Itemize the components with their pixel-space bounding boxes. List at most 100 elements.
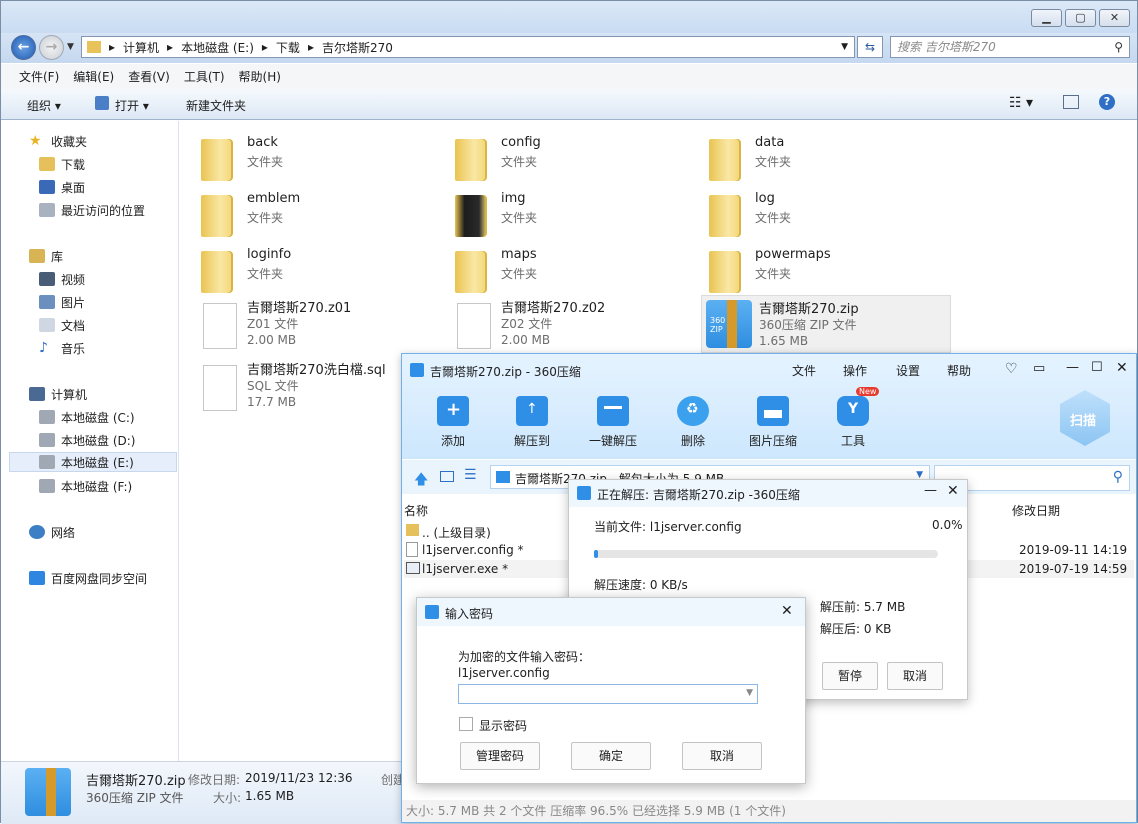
- thumbnail-view-icon[interactable]: [440, 471, 454, 482]
- archive-menu-action[interactable]: 操作: [843, 362, 867, 379]
- nav-music[interactable]: ♪ 音乐: [39, 338, 85, 358]
- pause-button[interactable]: 暂停: [822, 662, 878, 690]
- address-bar[interactable]: ▸ 计算机 ▸ 本地磁盘 (E:) ▸ 下载 ▸ 吉尔塔斯270 ▼: [81, 36, 855, 58]
- feedback-icon[interactable]: ▭: [1033, 361, 1045, 376]
- close-icon[interactable]: ✕: [781, 603, 793, 619]
- maximize-button[interactable]: ▢: [1065, 9, 1096, 27]
- col-name[interactable]: 名称: [404, 502, 428, 519]
- close-icon[interactable]: ✕: [947, 483, 959, 499]
- file-item[interactable]: 吉爾塔斯270.z02 Z02 文件 2.00 MB: [451, 297, 681, 353]
- folder-item[interactable]: img 文件夹: [451, 191, 681, 241]
- archive-menu-help[interactable]: 帮助: [947, 362, 971, 379]
- breadcrumb-item[interactable]: 吉尔塔斯270: [322, 39, 393, 56]
- nav-baidu[interactable]: 百度网盘同步空间: [29, 568, 147, 588]
- list-view-icon[interactable]: ☰: [464, 467, 477, 483]
- documents-icon: [39, 318, 55, 332]
- file-icon: [406, 542, 418, 557]
- ok-button[interactable]: 确定: [571, 742, 651, 770]
- help-icon[interactable]: ?: [1099, 94, 1115, 110]
- size-after: 解压后: 0 KB: [820, 622, 892, 636]
- delete-button[interactable]: ♻ 删除: [663, 396, 723, 449]
- history-dropdown-icon[interactable]: ▼: [67, 42, 74, 52]
- chevron-down-icon[interactable]: ▼: [746, 688, 753, 698]
- image-compress-button[interactable]: 图片压缩: [743, 396, 803, 449]
- search-input[interactable]: 搜索 吉尔塔斯270 ⚲: [890, 36, 1130, 58]
- nav-videos[interactable]: 视频: [39, 269, 85, 289]
- menu-tools[interactable]: 工具(T): [184, 68, 225, 85]
- back-icon[interactable]: ←: [11, 35, 36, 60]
- close-button[interactable]: ✕: [1099, 9, 1130, 27]
- folder-item[interactable]: maps 文件夹: [451, 247, 681, 297]
- file-item-selected[interactable]: 360 ZIP 吉爾塔斯270.zip 360压缩 ZIP 文件 1.65 MB: [701, 295, 951, 353]
- nav-desktop[interactable]: 桌面: [39, 177, 85, 197]
- extract-to-button[interactable]: ↑ 解压到: [502, 396, 562, 449]
- nav-network[interactable]: 网络: [29, 522, 75, 542]
- nav-libraries[interactable]: 库: [29, 246, 63, 266]
- forward-icon[interactable]: →: [39, 35, 64, 60]
- password-input[interactable]: ▼: [458, 684, 758, 704]
- breadcrumb-item[interactable]: 计算机: [123, 39, 159, 56]
- nav-drive-d[interactable]: 本地磁盘 (D:): [39, 430, 135, 450]
- folder-item[interactable]: emblem 文件夹: [197, 191, 427, 241]
- cancel-button[interactable]: 取消: [887, 662, 943, 690]
- organize-button[interactable]: 组织 ▾: [27, 97, 61, 114]
- details-type: 360压缩 ZIP 文件: [86, 791, 184, 805]
- minimize-icon[interactable]: —: [924, 483, 937, 498]
- nav-documents[interactable]: 文档: [39, 315, 85, 335]
- breadcrumb-item[interactable]: 本地磁盘 (E:): [181, 39, 254, 56]
- view-options-icon[interactable]: ☷ ▾: [1009, 95, 1033, 111]
- open-button[interactable]: 打开 ▾: [115, 97, 149, 114]
- nav-pictures[interactable]: 图片: [39, 292, 85, 312]
- nav-downloads[interactable]: 下载: [39, 154, 85, 174]
- folder-item[interactable]: back 文件夹: [197, 135, 427, 185]
- address-dropdown-icon[interactable]: ▼: [841, 42, 848, 52]
- nav-computer[interactable]: 计算机: [29, 384, 87, 404]
- maximize-icon[interactable]: ☐: [1091, 360, 1103, 375]
- search-icon[interactable]: ⚲: [1114, 37, 1123, 57]
- music-icon: ♪: [39, 340, 48, 356]
- breadcrumb-item[interactable]: 下载: [276, 39, 300, 56]
- minimize-button[interactable]: ▁: [1031, 9, 1062, 27]
- add-button[interactable]: + 添加: [423, 396, 483, 449]
- folder-item[interactable]: config 文件夹: [451, 135, 681, 185]
- folder-icon: [709, 251, 741, 293]
- menu-view[interactable]: 查看(V): [128, 68, 170, 85]
- folder-item[interactable]: powermaps 文件夹: [705, 247, 935, 297]
- nav-favorites[interactable]: ★ 收藏夹: [29, 131, 87, 151]
- tools-button[interactable]: Y 工具: [823, 396, 883, 449]
- minimize-icon[interactable]: —: [1066, 360, 1079, 375]
- nav-drive-c[interactable]: 本地磁盘 (C:): [39, 407, 135, 427]
- video-icon: [39, 272, 55, 286]
- manage-password-button[interactable]: 管理密码: [460, 742, 540, 770]
- col-date[interactable]: 修改日期: [1012, 502, 1060, 519]
- star-icon: ★: [29, 133, 42, 149]
- preview-pane-icon[interactable]: [1063, 95, 1079, 109]
- folder-item[interactable]: data 文件夹: [705, 135, 935, 185]
- recent-places-icon: [39, 203, 55, 217]
- folder-item[interactable]: loginfo 文件夹: [197, 247, 427, 297]
- refresh-button[interactable]: ⇆: [857, 36, 883, 58]
- menu-edit[interactable]: 编辑(E): [73, 68, 114, 85]
- new-folder-button[interactable]: 新建文件夹: [186, 97, 246, 114]
- one-click-extract-button[interactable]: 一键解压: [583, 396, 643, 449]
- show-password-checkbox[interactable]: [459, 717, 473, 731]
- up-icon[interactable]: 🡅: [414, 469, 428, 493]
- close-icon[interactable]: ✕: [1116, 360, 1128, 376]
- folder-item[interactable]: log 文件夹: [705, 191, 935, 241]
- archive-menu-file[interactable]: 文件: [792, 362, 816, 379]
- nav-recent[interactable]: 最近访问的位置: [39, 200, 145, 220]
- menu-file[interactable]: 文件(F): [19, 68, 59, 85]
- cancel-button[interactable]: 取消: [682, 742, 762, 770]
- breadcrumb-sep-icon: ▸: [109, 40, 116, 54]
- scan-shield[interactable]: 扫描: [1060, 390, 1110, 446]
- menu-help[interactable]: 帮助(H): [239, 68, 281, 85]
- skin-icon[interactable]: ♡: [1005, 361, 1018, 377]
- file-item[interactable]: 吉爾塔斯270.z01 Z01 文件 2.00 MB: [197, 297, 427, 353]
- nav-drive-e[interactable]: 本地磁盘 (E:): [9, 452, 177, 472]
- menu-bar: 文件(F) 编辑(E) 查看(V) 工具(T) 帮助(H): [1, 64, 1137, 89]
- search-icon[interactable]: ⚲: [1113, 469, 1123, 485]
- file-item[interactable]: 吉爾塔斯270洗白檔.sql SQL 文件 17.7 MB: [197, 359, 427, 415]
- nav-drive-f[interactable]: 本地磁盘 (F:): [39, 476, 132, 496]
- archive-menu-settings[interactable]: 设置: [896, 362, 920, 379]
- file-icon: [203, 365, 237, 411]
